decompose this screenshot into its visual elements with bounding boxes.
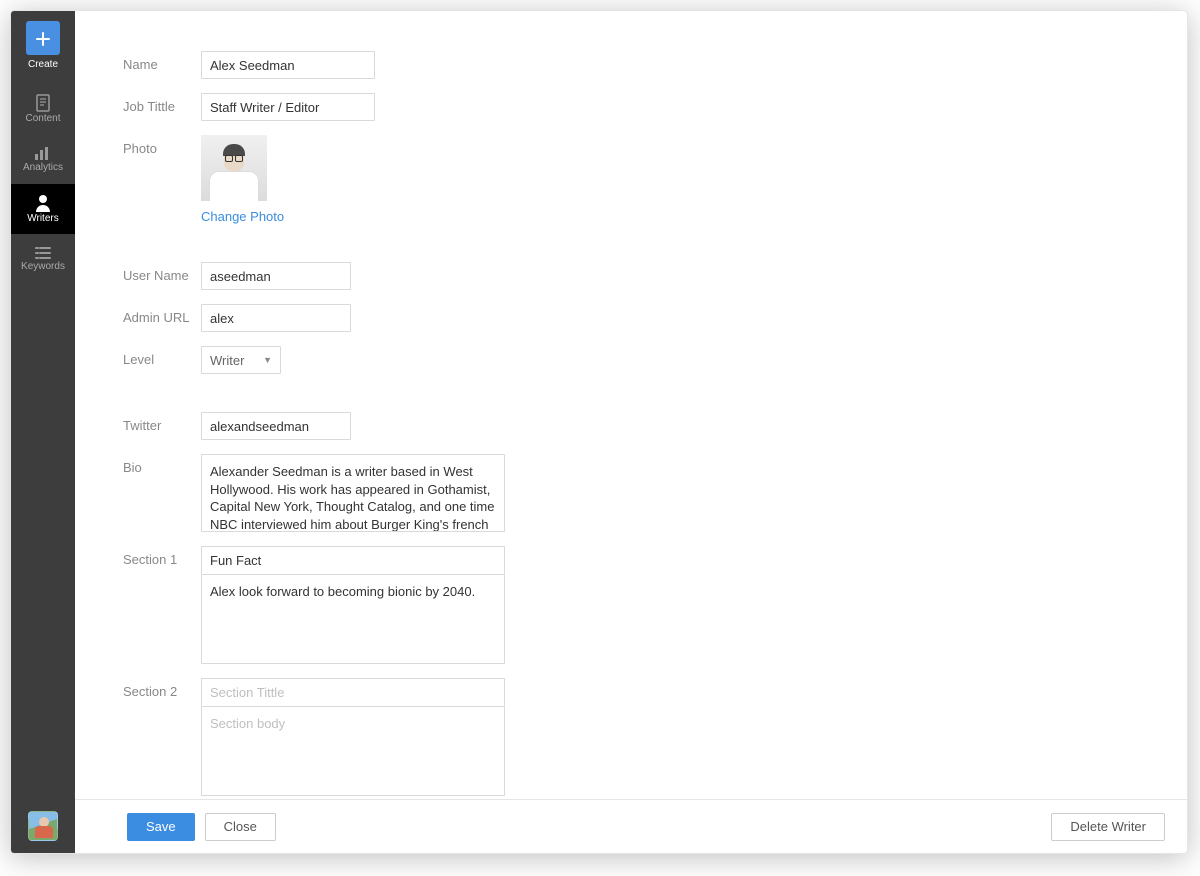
label-user-name: User Name: [123, 262, 201, 283]
label-bio: Bio: [123, 454, 201, 475]
sidebar-label-create: Create: [28, 60, 58, 70]
section1-body-textarea[interactable]: [201, 574, 505, 664]
footer-bar: Save Close Delete Writer: [75, 799, 1187, 853]
label-name: Name: [123, 51, 201, 72]
plus-icon: [36, 32, 50, 46]
form-area: Name Job Tittle Photo Change Photo User …: [75, 11, 1187, 799]
label-admin-url: Admin URL: [123, 304, 201, 325]
sidebar-label-content: Content: [25, 114, 60, 124]
label-twitter: Twitter: [123, 412, 201, 433]
delete-writer-button[interactable]: Delete Writer: [1051, 813, 1165, 841]
main-panel: Name Job Tittle Photo Change Photo User …: [75, 11, 1187, 853]
sidebar-label-analytics: Analytics: [23, 163, 63, 173]
admin-url-input[interactable]: [201, 304, 351, 332]
chevron-down-icon: ▼: [263, 355, 272, 365]
app-shell: Create Content Analytics Writers Keyword: [10, 10, 1188, 854]
level-value: Writer: [210, 353, 244, 368]
user-avatar[interactable]: [28, 811, 58, 841]
name-input[interactable]: [201, 51, 375, 79]
level-select[interactable]: Writer ▼: [201, 346, 281, 374]
sidebar-label-writers: Writers: [27, 214, 58, 224]
label-section2: Section 2: [123, 678, 201, 699]
photo-thumbnail[interactable]: [201, 135, 267, 201]
person-icon: [35, 194, 51, 212]
bio-textarea[interactable]: [201, 454, 505, 532]
sidebar-item-writers[interactable]: Writers: [11, 184, 75, 234]
section2-body-textarea[interactable]: [201, 706, 505, 796]
sidebar-item-create[interactable]: Create: [26, 21, 60, 70]
sidebar: Create Content Analytics Writers Keyword: [11, 11, 75, 853]
user-name-input[interactable]: [201, 262, 351, 290]
label-job-title: Job Tittle: [123, 93, 201, 114]
section2-title-input[interactable]: [201, 678, 505, 706]
section1-title-input[interactable]: [201, 546, 505, 574]
label-photo: Photo: [123, 135, 201, 156]
sidebar-item-content[interactable]: Content: [11, 84, 75, 134]
label-section1: Section 1: [123, 546, 201, 567]
sidebar-item-keywords[interactable]: Keywords: [11, 234, 75, 284]
close-button[interactable]: Close: [205, 813, 276, 841]
sidebar-item-analytics[interactable]: Analytics: [11, 134, 75, 184]
sidebar-label-keywords: Keywords: [21, 262, 65, 272]
document-icon: [35, 94, 51, 112]
list-icon: [35, 246, 51, 260]
change-photo-link[interactable]: Change Photo: [201, 209, 284, 224]
job-title-input[interactable]: [201, 93, 375, 121]
save-button[interactable]: Save: [127, 813, 195, 841]
bar-chart-icon: [34, 145, 52, 161]
twitter-input[interactable]: [201, 412, 351, 440]
label-level: Level: [123, 346, 201, 367]
